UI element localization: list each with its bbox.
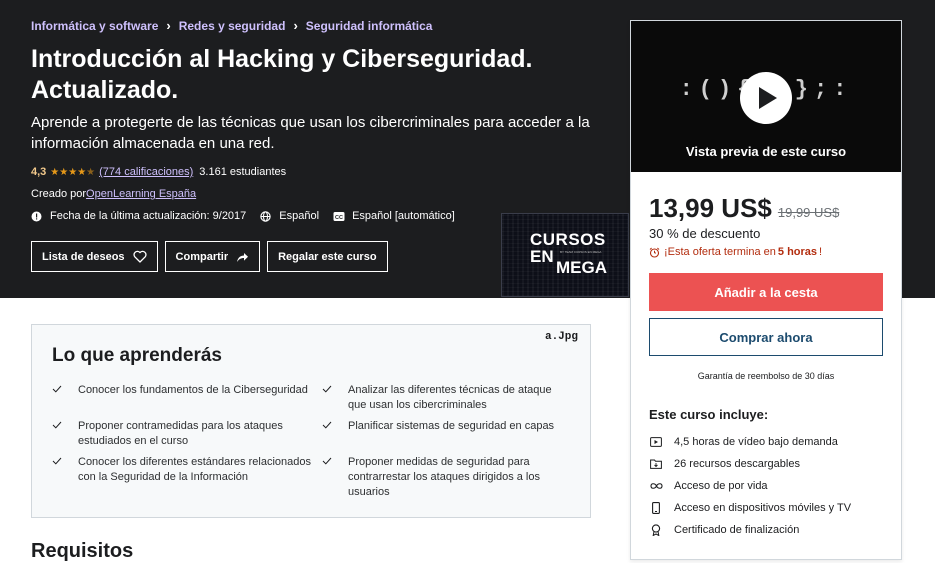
students-count: 3.161 estudiantes — [199, 166, 287, 178]
purchase-sidebar: :(){ &};: Vista previa de este curso 13,… — [630, 20, 902, 560]
includes-item: Certificado de finalización — [649, 519, 851, 541]
rating-row: 4,3 ★★★★★ (774 calificaciones) 3.161 est… — [31, 166, 286, 178]
ratings-count-link[interactable]: (774 calificaciones) — [99, 166, 193, 178]
timer-hours: 5 horas — [777, 246, 818, 258]
money-back-guarantee: Garantía de reembolso de 30 días — [697, 371, 835, 381]
offer-timer: ¡Esta oferta termina en 5 horas ! — [649, 246, 822, 258]
promo-texture — [502, 214, 628, 296]
language-text: Español — [279, 210, 320, 222]
course-title: Introducción al Hacking y Ciberseguridad… — [31, 45, 533, 104]
includes-item: 26 recursos descargables — [649, 453, 851, 475]
requirements-title: Requisitos — [31, 540, 134, 562]
mobile-icon — [649, 502, 663, 514]
star-rating-icon: ★★★★★ — [50, 166, 96, 178]
globe-icon — [260, 210, 271, 222]
price-row: 13,99 US$ 19,99 US$ — [649, 193, 839, 224]
learn-item: Conocer los diferentes estándares relaci… — [52, 455, 322, 500]
alarm-clock-icon — [649, 247, 660, 258]
heart-icon — [133, 250, 147, 263]
add-to-cart-button[interactable]: Añadir a la cesta — [649, 273, 883, 311]
created-by-label: Creado por — [31, 188, 87, 200]
folder-icon — [649, 459, 663, 469]
check-icon — [322, 385, 334, 393]
breadcrumb-link-seguridad[interactable]: Seguridad informática — [306, 19, 433, 33]
last-updated-text: Fecha de la última actualización: 9/2017 — [50, 210, 247, 222]
promo-image: CURSOS BY TEAM CURSOS EN MEGA EN MEGA — [501, 213, 629, 297]
includes-list: 4,5 horas de vídeo bajo demanda 26 recur… — [649, 431, 851, 541]
last-updated: Fecha de la última actualización: 9/2017 — [31, 210, 246, 222]
course-preview[interactable]: :(){ &};: Vista previa de este curso — [631, 21, 901, 172]
chevron-right-icon: › — [166, 18, 171, 33]
timer-prefix: ¡Esta oferta termina en — [664, 246, 776, 258]
breadcrumb-link-software[interactable]: Informática y software — [31, 19, 158, 33]
created-by: Creado porOpenLearning España — [31, 188, 196, 200]
rating-value: 4,3 — [31, 166, 47, 178]
language: Español — [260, 210, 319, 222]
check-icon — [52, 457, 64, 465]
gift-label: Regalar este curso — [278, 250, 377, 263]
includes-item-label: 26 recursos descargables — [674, 458, 800, 470]
learn-grid: Conocer los fundamentos de la Cibersegur… — [52, 383, 572, 500]
learn-item: Analizar las diferentes técnicas de ataq… — [322, 383, 572, 413]
learn-item: Conocer los fundamentos de la Cibersegur… — [52, 383, 322, 413]
infinity-icon — [649, 482, 663, 490]
promo-line-3: MEGA — [556, 258, 607, 277]
author-link[interactable]: OpenLearning España — [86, 188, 196, 200]
includes-item-label: Certificado de finalización — [674, 524, 800, 536]
certificate-icon — [649, 524, 663, 536]
learn-item-text: Conocer los fundamentos de la Cibersegur… — [78, 384, 308, 396]
check-icon — [322, 421, 334, 429]
includes-item: Acceso de por vida — [649, 475, 851, 497]
timer-suffix: ! — [819, 246, 823, 258]
promo-line-2: EN — [530, 247, 554, 266]
original-price: 19,99 US$ — [777, 205, 840, 220]
svg-text:CC: CC — [335, 215, 343, 221]
preview-label[interactable]: Vista previa de este curso — [631, 144, 901, 159]
includes-item: 4,5 horas de vídeo bajo demanda — [649, 431, 851, 453]
course-meta: Fecha de la última actualización: 9/2017… — [31, 210, 469, 222]
wishlist-label: Lista de deseos — [42, 250, 125, 263]
share-button[interactable]: Compartir — [164, 241, 261, 272]
course-subtitle: Aprende a protegerte de las técnicas que… — [31, 114, 590, 152]
learn-item-text: Proponer medidas de seguridad para contr… — [348, 456, 540, 498]
alert-badge-icon — [31, 211, 42, 222]
learn-item-text: Analizar las diferentes técnicas de ataq… — [348, 384, 552, 411]
chevron-right-icon: › — [293, 18, 298, 33]
learn-title: Lo que aprenderás — [52, 345, 222, 366]
what-you-will-learn: a.Jpg Lo que aprenderás Conocer los fund… — [31, 324, 591, 518]
wishlist-button[interactable]: Lista de deseos — [31, 241, 158, 272]
check-icon — [52, 421, 64, 429]
check-icon — [322, 457, 334, 465]
gift-course-button[interactable]: Regalar este curso — [267, 241, 388, 272]
includes-item: Acceso en dispositivos móviles y TV — [649, 497, 851, 519]
learn-item: Proponer contramedidas para los ataques … — [52, 419, 322, 449]
check-icon — [52, 385, 64, 393]
learn-item: Planificar sistemas de seguridad en capa… — [322, 419, 572, 449]
learn-item-text: Planificar sistemas de seguridad en capa… — [348, 420, 555, 432]
share-label: Compartir — [175, 250, 229, 263]
learn-item-text: Conocer los diferentes estándares relaci… — [78, 456, 311, 483]
learn-item-text: Proponer contramedidas para los ataques … — [78, 420, 283, 447]
includes-item-label: Acceso en dispositivos móviles y TV — [674, 502, 852, 514]
share-arrow-icon — [236, 251, 249, 263]
video-icon — [649, 437, 663, 447]
breadcrumb: Informática y software › Redes y segurid… — [31, 18, 432, 33]
buy-now-button[interactable]: Comprar ahora — [649, 318, 883, 356]
jpg-tag: a.Jpg — [544, 331, 578, 343]
current-price: 13,99 US$ — [649, 193, 772, 223]
promo-small-text: BY TEAM CURSOS EN MEGA — [560, 250, 602, 254]
breadcrumb-link-redes[interactable]: Redes y seguridad — [179, 19, 286, 33]
closed-captions-icon: CC — [333, 211, 345, 222]
play-icon[interactable] — [740, 72, 792, 124]
learn-item: Proponer medidas de seguridad para contr… — [322, 455, 572, 500]
captions: CC Español [automático] — [333, 210, 455, 222]
discount-text: 30 % de descuento — [649, 226, 761, 241]
header-actions: Lista de deseos Compartir Regalar este c… — [31, 241, 395, 272]
includes-title: Este curso incluye: — [649, 407, 769, 422]
captions-text: Español [automático] — [352, 210, 455, 222]
includes-item-label: Acceso de por vida — [674, 480, 768, 492]
includes-item-label: 4,5 horas de vídeo bajo demanda — [674, 436, 838, 448]
